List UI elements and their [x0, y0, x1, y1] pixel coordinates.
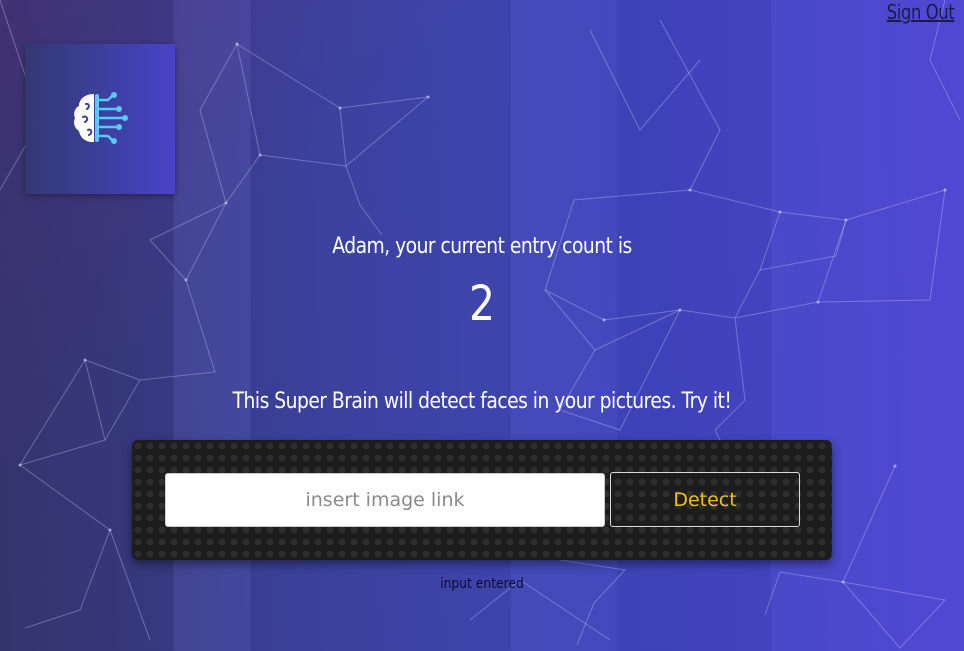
app-tagline: This Super Brain will detect faces in yo… — [232, 389, 732, 414]
status-message: input entered — [440, 576, 524, 592]
entry-count-greeting: Adam, your current entry count is — [332, 234, 632, 259]
logo-card — [25, 44, 175, 194]
entry-count-value: 2 — [469, 276, 495, 332]
sign-out-link[interactable]: Sign Out — [887, 0, 955, 24]
image-link-form: Detect — [132, 440, 832, 560]
brain-circuit-icon — [74, 92, 128, 144]
detect-button[interactable]: Detect — [610, 472, 800, 527]
image-link-input[interactable] — [165, 473, 605, 527]
